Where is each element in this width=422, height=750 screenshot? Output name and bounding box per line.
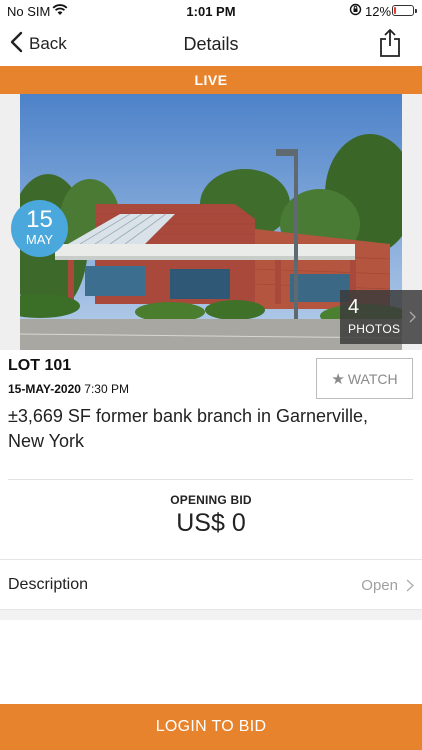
status-bar: No SIM 1:01 PM 12%: [0, 0, 422, 22]
watch-label: WATCH: [347, 370, 398, 387]
chevron-left-icon: [10, 31, 29, 58]
battery-level: [394, 7, 396, 14]
watch-button[interactable]: ★ WATCH: [316, 358, 413, 399]
battery-icon: [392, 5, 417, 16]
share-icon[interactable]: [378, 28, 402, 58]
lot-time: 7:30 PM: [84, 382, 129, 396]
chevron-right-icon: [406, 579, 415, 597]
back-button[interactable]: Back: [10, 30, 67, 58]
orientation-lock-icon: [349, 3, 362, 19]
photos-count: 4: [348, 296, 360, 318]
description-open-label: Open: [361, 577, 398, 594]
auction-date-badge: 15 MAY: [11, 200, 68, 257]
description-row[interactable]: Description Open: [0, 559, 422, 610]
login-to-bid-button[interactable]: LOGIN TO BID: [0, 704, 422, 750]
photo-carousel[interactable]: 15 MAY 4 PHOTOS: [0, 94, 422, 350]
star-icon: ★: [331, 370, 345, 388]
lot-date-time: 15-MAY-2020 7:30 PM: [8, 382, 129, 396]
section-separator: [0, 610, 422, 620]
photos-label: PHOTOS: [348, 322, 401, 336]
lot-date: 15-MAY-2020: [8, 382, 81, 396]
chevron-right-icon: [409, 310, 416, 328]
battery-percent: 12%: [365, 4, 392, 19]
lot-number: LOT 101: [8, 357, 72, 374]
date-badge-day: 15: [26, 206, 53, 233]
divider: [8, 479, 413, 480]
date-badge-month: MAY: [25, 232, 54, 247]
opening-bid-value: US$ 0: [176, 509, 246, 537]
back-label: Back: [29, 34, 67, 53]
navigation-bar: Back Details: [0, 22, 422, 66]
description-label: Description: [8, 576, 89, 593]
live-banner: LIVE: [0, 66, 422, 94]
opening-bid-label: OPENING BID: [170, 493, 252, 507]
photos-button[interactable]: 4 PHOTOS: [340, 290, 422, 344]
lot-title: ±3,669 SF former bank branch in Garnervi…: [8, 406, 369, 451]
